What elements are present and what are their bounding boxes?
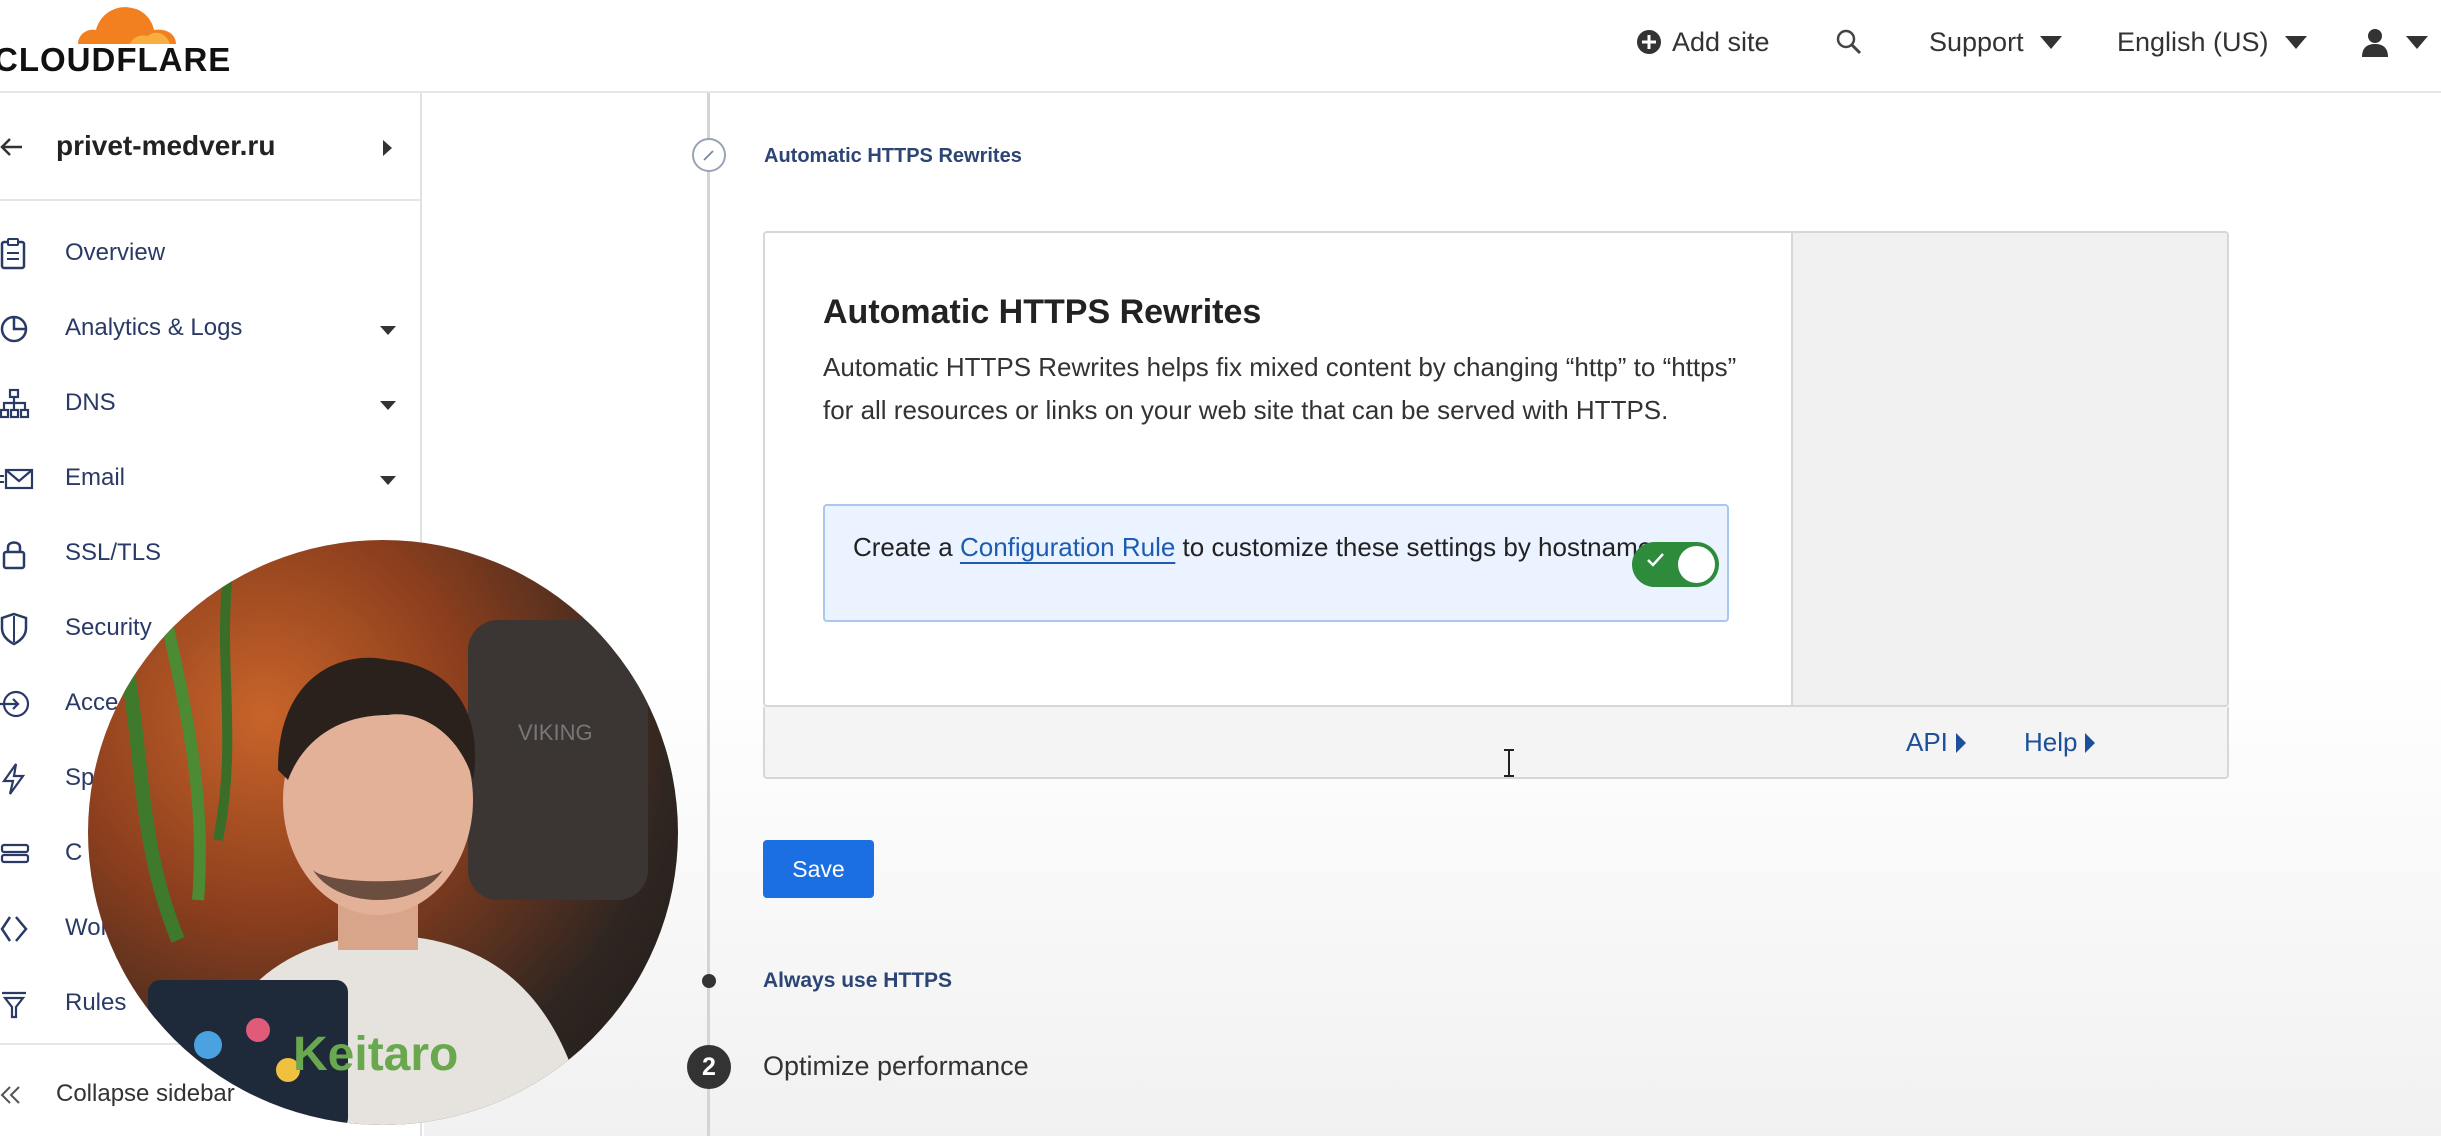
envelope-icon — [0, 468, 34, 490]
step-indicator — [692, 138, 726, 172]
sidebar-item-label: Acce — [65, 689, 119, 716]
network-icon — [0, 388, 30, 419]
account-menu[interactable] — [2360, 22, 2428, 62]
info-callout: Create a Configuration Rule to customize… — [823, 504, 1729, 622]
sidebar-item-analytics[interactable]: Analytics & Logs — [0, 298, 420, 358]
save-button[interactable]: Save — [763, 840, 874, 898]
stack-icon — [0, 843, 30, 864]
access-icon — [0, 690, 30, 718]
callout-text-before: Create a — [853, 532, 960, 562]
chevron-right-icon — [2085, 732, 2096, 753]
language-menu[interactable]: English (US) — [2117, 22, 2307, 62]
workers-icon — [0, 916, 28, 942]
chevron-down-icon — [380, 476, 396, 485]
chevron-right-icon — [383, 140, 392, 156]
sidebar-item-label: Security — [65, 614, 152, 641]
api-label: API — [1906, 727, 1948, 757]
chevron-down-icon — [380, 326, 396, 335]
help-link[interactable]: Help — [2024, 727, 2096, 758]
sidebar-item-dns[interactable]: DNS — [0, 373, 420, 433]
setting-card: Automatic HTTPS Rewrites Automatic HTTPS… — [763, 231, 2229, 707]
next-step-title[interactable]: Optimize performance — [763, 1051, 1029, 1082]
sidebar-item-label: Sp — [65, 764, 95, 791]
back-arrow-icon[interactable] — [0, 137, 24, 157]
sidebar-item-label: SSL/TLS — [65, 539, 162, 566]
lock-icon — [2, 541, 26, 570]
sidebar-item-email[interactable]: Email — [0, 448, 420, 508]
add-site-label: Add site — [1672, 26, 1770, 57]
lightning-icon — [1, 763, 26, 795]
support-menu[interactable]: Support — [1929, 22, 2062, 62]
svg-text:VIKING: VIKING — [518, 720, 593, 745]
collapse-sidebar-label: Collapse sidebar — [56, 1080, 235, 1107]
card-footer: API Help — [763, 707, 2229, 779]
chevron-right-icon — [1955, 732, 1966, 753]
help-label: Help — [2024, 727, 2078, 757]
sidebar-item-label: C — [65, 839, 83, 866]
step-dot — [702, 974, 716, 988]
card-title: Automatic HTTPS Rewrites — [823, 293, 1262, 331]
chevron-down-icon — [2406, 35, 2428, 49]
check-icon — [1647, 553, 1664, 567]
sidebar-item-label: Email — [65, 464, 126, 491]
always-use-https-link[interactable]: Always use HTTPS — [763, 969, 952, 993]
clipboard-icon — [0, 238, 26, 270]
text-cursor-icon — [1504, 749, 1514, 777]
search-icon — [1836, 29, 1862, 55]
https-rewrites-toggle[interactable] — [1632, 542, 1719, 587]
chevron-down-icon — [380, 401, 396, 410]
add-site-button[interactable]: Add site — [1636, 22, 1770, 62]
step-number-badge: 2 — [687, 1045, 731, 1089]
logo-wordmark[interactable]: CLOUDFLARE — [0, 41, 231, 79]
user-icon — [2362, 29, 2388, 57]
sidebar-item-label: Overview — [65, 239, 166, 266]
card-description: Automatic HTTPS Rewrites helps fix mixed… — [823, 352, 1737, 425]
language-label: English (US) — [2117, 26, 2269, 57]
main-content: Automatic HTTPS Rewrites Automatic HTTPS… — [424, 93, 2441, 1136]
sidebar-item-overview[interactable]: Overview — [0, 223, 420, 283]
chevron-down-icon — [2039, 35, 2062, 49]
sidebar-item-label: Rules — [65, 989, 127, 1016]
site-selector[interactable]: privet-medver.ru — [0, 93, 420, 201]
presenter-video-icon: Keitaro VIKING — [101, 569, 648, 1125]
cloudflare-logo-icon[interactable] — [70, 0, 180, 46]
toggle-panel — [1791, 233, 2227, 705]
funnel-icon — [2, 991, 26, 1019]
toggle-knob — [1678, 546, 1715, 583]
pencil-icon — [703, 150, 714, 161]
configuration-rule-link[interactable]: Configuration Rule — [960, 532, 1175, 562]
sidebar-item-label: Analytics & Logs — [65, 314, 243, 341]
pie-chart-icon — [0, 315, 28, 343]
support-label: Support — [1929, 26, 2024, 57]
step-title: Automatic HTTPS Rewrites — [764, 145, 1022, 167]
plus-circle-icon — [1637, 30, 1661, 54]
svg-text:Keitaro: Keitaro — [293, 1028, 458, 1081]
webcam-overlay: Keitaro VIKING — [88, 540, 678, 1125]
sidebar-item-label: DNS — [65, 389, 116, 416]
api-link[interactable]: API — [1906, 727, 1966, 758]
top-header: CLOUDFLARE Add site Support English (US) — [0, 0, 2441, 93]
chevron-down-icon — [2284, 35, 2307, 49]
site-name: privet-medver.ru — [56, 130, 276, 161]
shield-icon — [0, 612, 28, 646]
double-chevron-left-icon — [0, 1086, 20, 1104]
callout-text-after: to customize these settings by hostname. — [1175, 532, 1660, 562]
search-button[interactable] — [1835, 22, 1863, 62]
